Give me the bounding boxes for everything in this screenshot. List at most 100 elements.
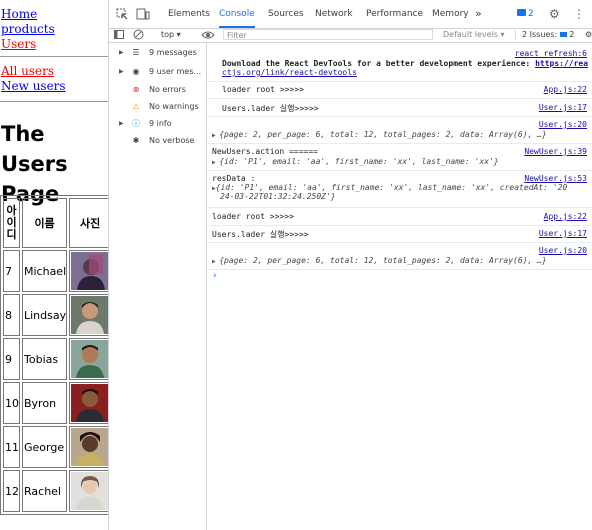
sidebar-item-label: 9 user mes...	[149, 67, 202, 76]
source-link[interactable]: NewUser.js:39	[524, 147, 587, 156]
cell-id: 11	[3, 426, 20, 468]
avatar	[71, 252, 108, 290]
cell-photo	[69, 470, 108, 512]
cell-photo	[69, 250, 108, 292]
cell-name: George	[22, 426, 68, 468]
object-preview[interactable]: ▶ {id: 'P1', email: 'aa', first_name: 'x…	[212, 157, 499, 166]
object-preview[interactable]: ▶ {page: 2, per_page: 6, total: 12, tota…	[212, 130, 547, 139]
table-row: 8 Lindsay	[3, 294, 108, 336]
sidebar-item-errors[interactable]: ⊗ No errors	[109, 82, 206, 98]
sidebar-item-label: No warnings	[149, 102, 199, 111]
cell-name: Lindsay	[22, 294, 68, 336]
users-table: 아이디 이름 사진 7 Michael 8 Lindsay 9 Tobias 1…	[0, 195, 108, 515]
issues-count: 2	[569, 30, 575, 39]
object-text: {page: 2, per_page: 6, total: 12, total_…	[219, 130, 547, 139]
log-text-content: Download the React DevTools for a better…	[222, 59, 536, 68]
more-options-icon[interactable]: ⋮	[573, 0, 585, 28]
console-sidebar: ▶ ☰ 9 messages ▶ ◉ 9 user mes... ⊗ No er…	[109, 43, 207, 530]
context-selector[interactable]: top ▾	[161, 28, 181, 42]
message-icon[interactable]	[517, 9, 526, 16]
cell-name: Byron	[22, 382, 68, 424]
log-levels-value: Default levels	[443, 30, 498, 39]
source-link[interactable]: User.js:17	[539, 229, 587, 238]
filter-input[interactable]: Filter	[223, 29, 433, 40]
message-count-badge[interactable]: 2	[528, 0, 534, 28]
cell-name: Rachel	[22, 470, 68, 512]
tab-elements[interactable]: Elements	[168, 0, 210, 28]
sidebar-item-warnings[interactable]: ⚠ No warnings	[109, 99, 206, 115]
sidebar-item-label: 9 info	[149, 119, 172, 128]
avatar	[71, 340, 108, 378]
log-message: User.js:20 ▶ {page: 2, per_page: 6, tota…	[207, 116, 592, 144]
cell-id: 12	[3, 470, 20, 512]
devtools-tabbar: Elements Console Sources Network Perform…	[109, 0, 592, 29]
clear-console-icon[interactable]	[133, 29, 144, 40]
live-expression-eye-icon[interactable]	[201, 30, 215, 40]
divider	[0, 101, 108, 102]
sidebar-item-info[interactable]: ▶ ⓘ 9 info	[109, 116, 206, 132]
cell-name: Michael	[22, 250, 68, 292]
object-text-cont: 24-03-22T01:32:24.250Z'}	[220, 192, 336, 201]
sidebar-item-user-messages[interactable]: ▶ ◉ 9 user mes...	[109, 64, 206, 80]
cell-photo	[69, 294, 108, 336]
nav-new-users-link[interactable]: New users	[0, 79, 66, 94]
tab-console[interactable]: Console	[219, 0, 255, 28]
nav-users-link[interactable]: Users	[0, 37, 55, 52]
table-row: 12 Rachel	[3, 470, 108, 512]
devtools-link-cont[interactable]: ctjs.org/link/react-devtools	[222, 68, 357, 77]
source-link[interactable]: App.js:22	[544, 85, 587, 94]
nav-products-link[interactable]: products	[0, 22, 55, 37]
header-name: 이름	[22, 198, 68, 248]
log-levels-dropdown[interactable]: Default levels ▾	[443, 28, 505, 42]
console-prompt[interactable]: ›	[212, 271, 217, 281]
sidebar-item-label: No errors	[149, 85, 186, 94]
nav-all-users-link[interactable]: All users	[0, 64, 66, 79]
log-text: NewUsers.action ======	[212, 147, 318, 156]
more-tabs-button[interactable]: »	[475, 0, 482, 28]
object-preview[interactable]: ▶ {page: 2, per_page: 6, total: 12, tota…	[212, 256, 547, 265]
log-message: User.js:20 ▶ {page: 2, per_page: 6, tota…	[207, 242, 592, 270]
cell-photo	[69, 426, 108, 468]
cell-id: 9	[3, 338, 20, 380]
error-icon: ⊗	[132, 85, 140, 94]
cell-id: 7	[3, 250, 20, 292]
object-preview[interactable]: ▶{id: 'P1', email: 'aa', first_name: 'xx…	[212, 183, 567, 192]
source-link[interactable]: react_refresh:6	[515, 49, 587, 58]
devtools-link[interactable]: https://rea	[535, 59, 588, 68]
log-text: loader root >>>>>	[212, 212, 294, 221]
issues-icon	[559, 32, 567, 37]
table-row: 9 Tobias	[3, 338, 108, 380]
source-link[interactable]: User.js:20	[539, 120, 587, 129]
tab-memory[interactable]: Memory	[432, 0, 469, 28]
log-message: loader root >>>>> App.js:22	[207, 81, 592, 99]
sidebar-item-label: 9 messages	[149, 48, 197, 57]
sidebar-item-messages[interactable]: ▶ ☰ 9 messages	[109, 45, 206, 61]
tab-network[interactable]: Network	[315, 0, 353, 28]
tab-performance[interactable]: Performance	[366, 0, 423, 28]
source-link[interactable]: NewUser.js:53	[524, 174, 587, 183]
nav-home-link[interactable]: Home	[0, 7, 55, 22]
device-toolbar-icon[interactable]	[136, 8, 150, 20]
table-header-row: 아이디 이름 사진	[3, 198, 108, 248]
tab-sources[interactable]: Sources	[268, 0, 304, 28]
header-id: 아이디	[3, 198, 20, 248]
cell-photo	[69, 338, 108, 380]
issues-button[interactable]: 2 Issues: 2	[522, 28, 574, 42]
expand-arrow-icon: ▶	[119, 49, 124, 56]
source-link[interactable]: User.js:20	[539, 246, 587, 255]
source-link[interactable]: App.js:22	[544, 212, 587, 221]
settings-gear-icon[interactable]: ⚙	[549, 0, 560, 28]
log-text: Users.lader 실행>>>>>	[222, 104, 319, 113]
main-nav: Home products Users	[0, 7, 55, 52]
expand-arrow-icon: ▶	[119, 68, 124, 75]
user-icon: ◉	[132, 67, 140, 76]
source-link[interactable]: User.js:17	[539, 103, 587, 112]
avatar	[71, 472, 108, 510]
inspect-element-icon[interactable]	[116, 8, 128, 20]
toolbar-more-icon[interactable]: ⚙	[585, 28, 592, 42]
sidebar-item-verbose[interactable]: ✱ No verbose	[109, 133, 206, 149]
table-row: 10 Byron	[3, 382, 108, 424]
log-message: Users.lader 실행>>>>> User.js:17	[207, 98, 592, 117]
sidebar-toggle-icon[interactable]	[114, 30, 125, 40]
log-message: react_refresh:6 Download the React DevTo…	[207, 43, 592, 82]
